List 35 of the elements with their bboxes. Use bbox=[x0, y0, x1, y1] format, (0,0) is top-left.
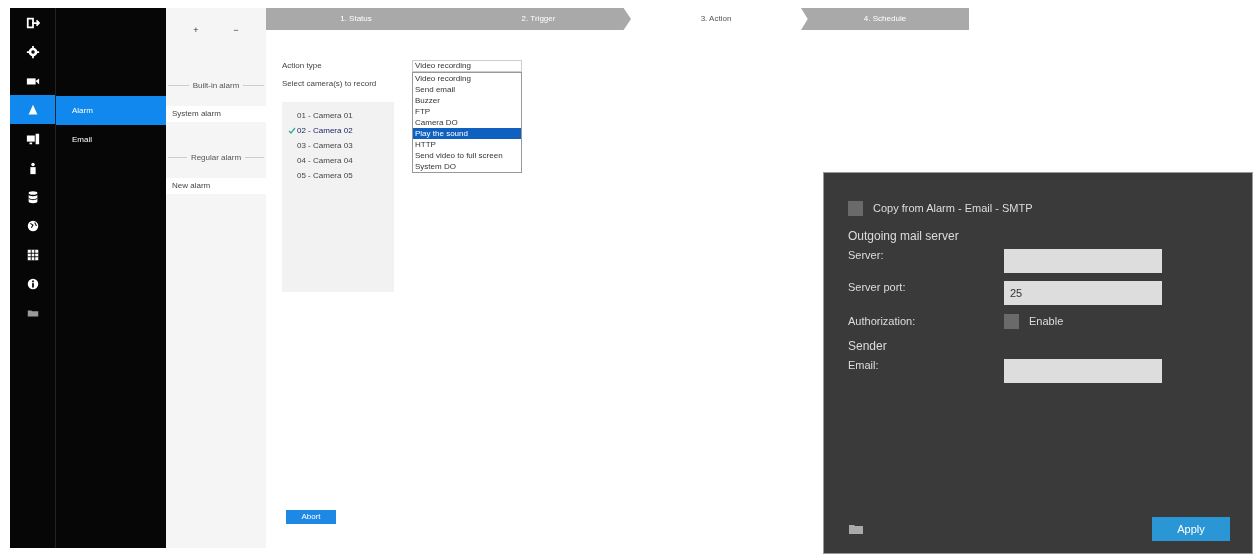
dropdown-option[interactable]: Send email bbox=[413, 84, 521, 95]
alarm-item[interactable]: New alarm bbox=[166, 177, 266, 194]
checkbox-label: Enable bbox=[1029, 313, 1064, 329]
field-label: Email: bbox=[848, 358, 880, 373]
section-heading: Sender bbox=[848, 338, 888, 355]
dropdown-option[interactable]: FTP bbox=[413, 106, 521, 117]
dropdown-option[interactable]: HTTP bbox=[413, 139, 521, 150]
action-type-select[interactable]: Video recording bbox=[412, 60, 522, 72]
camera-item[interactable]: 01 - Camera 01 bbox=[297, 110, 353, 122]
camera-item[interactable]: 02 - Camera 02 bbox=[297, 125, 353, 137]
dropdown-option[interactable]: Camera DO bbox=[413, 117, 521, 128]
section-heading: Regular alarm bbox=[190, 151, 242, 164]
dropdown-option[interactable]: Buzzer bbox=[413, 95, 521, 106]
checkbox-label: Copy from Alarm - Email - SMTP bbox=[873, 200, 1033, 216]
camera-item[interactable]: 03 - Camera 03 bbox=[297, 140, 353, 152]
dropdown-option[interactable]: System DO bbox=[413, 161, 521, 172]
field-label: Action type bbox=[282, 60, 323, 72]
alarm-item[interactable]: System alarm bbox=[166, 105, 266, 122]
field-label: Server port: bbox=[848, 280, 907, 295]
field-label: Authorization: bbox=[848, 313, 917, 329]
sidebar-item[interactable]: Alarm bbox=[56, 96, 166, 125]
dropdown-option[interactable]: Play the sound bbox=[413, 128, 521, 139]
dropdown-option[interactable]: Send video to full screen bbox=[413, 150, 521, 161]
sidebar-item[interactable]: Email bbox=[56, 125, 166, 154]
input-field[interactable]: 25 bbox=[1004, 281, 1162, 305]
section-heading: Outgoing mail server bbox=[848, 228, 960, 245]
remove-button[interactable]: − bbox=[228, 24, 244, 38]
field-label: Select camera(s) to record bbox=[282, 78, 378, 90]
section-heading: Built-in alarm bbox=[192, 79, 240, 92]
abort-button[interactable]: Abort bbox=[286, 510, 336, 524]
camera-item[interactable]: 05 - Camera 05 bbox=[297, 170, 353, 182]
add-button[interactable]: + bbox=[188, 24, 204, 38]
field-label: Server: bbox=[848, 248, 885, 263]
camera-item[interactable]: 04 - Camera 04 bbox=[297, 155, 353, 167]
dropdown-option[interactable]: Video recording bbox=[413, 73, 521, 84]
